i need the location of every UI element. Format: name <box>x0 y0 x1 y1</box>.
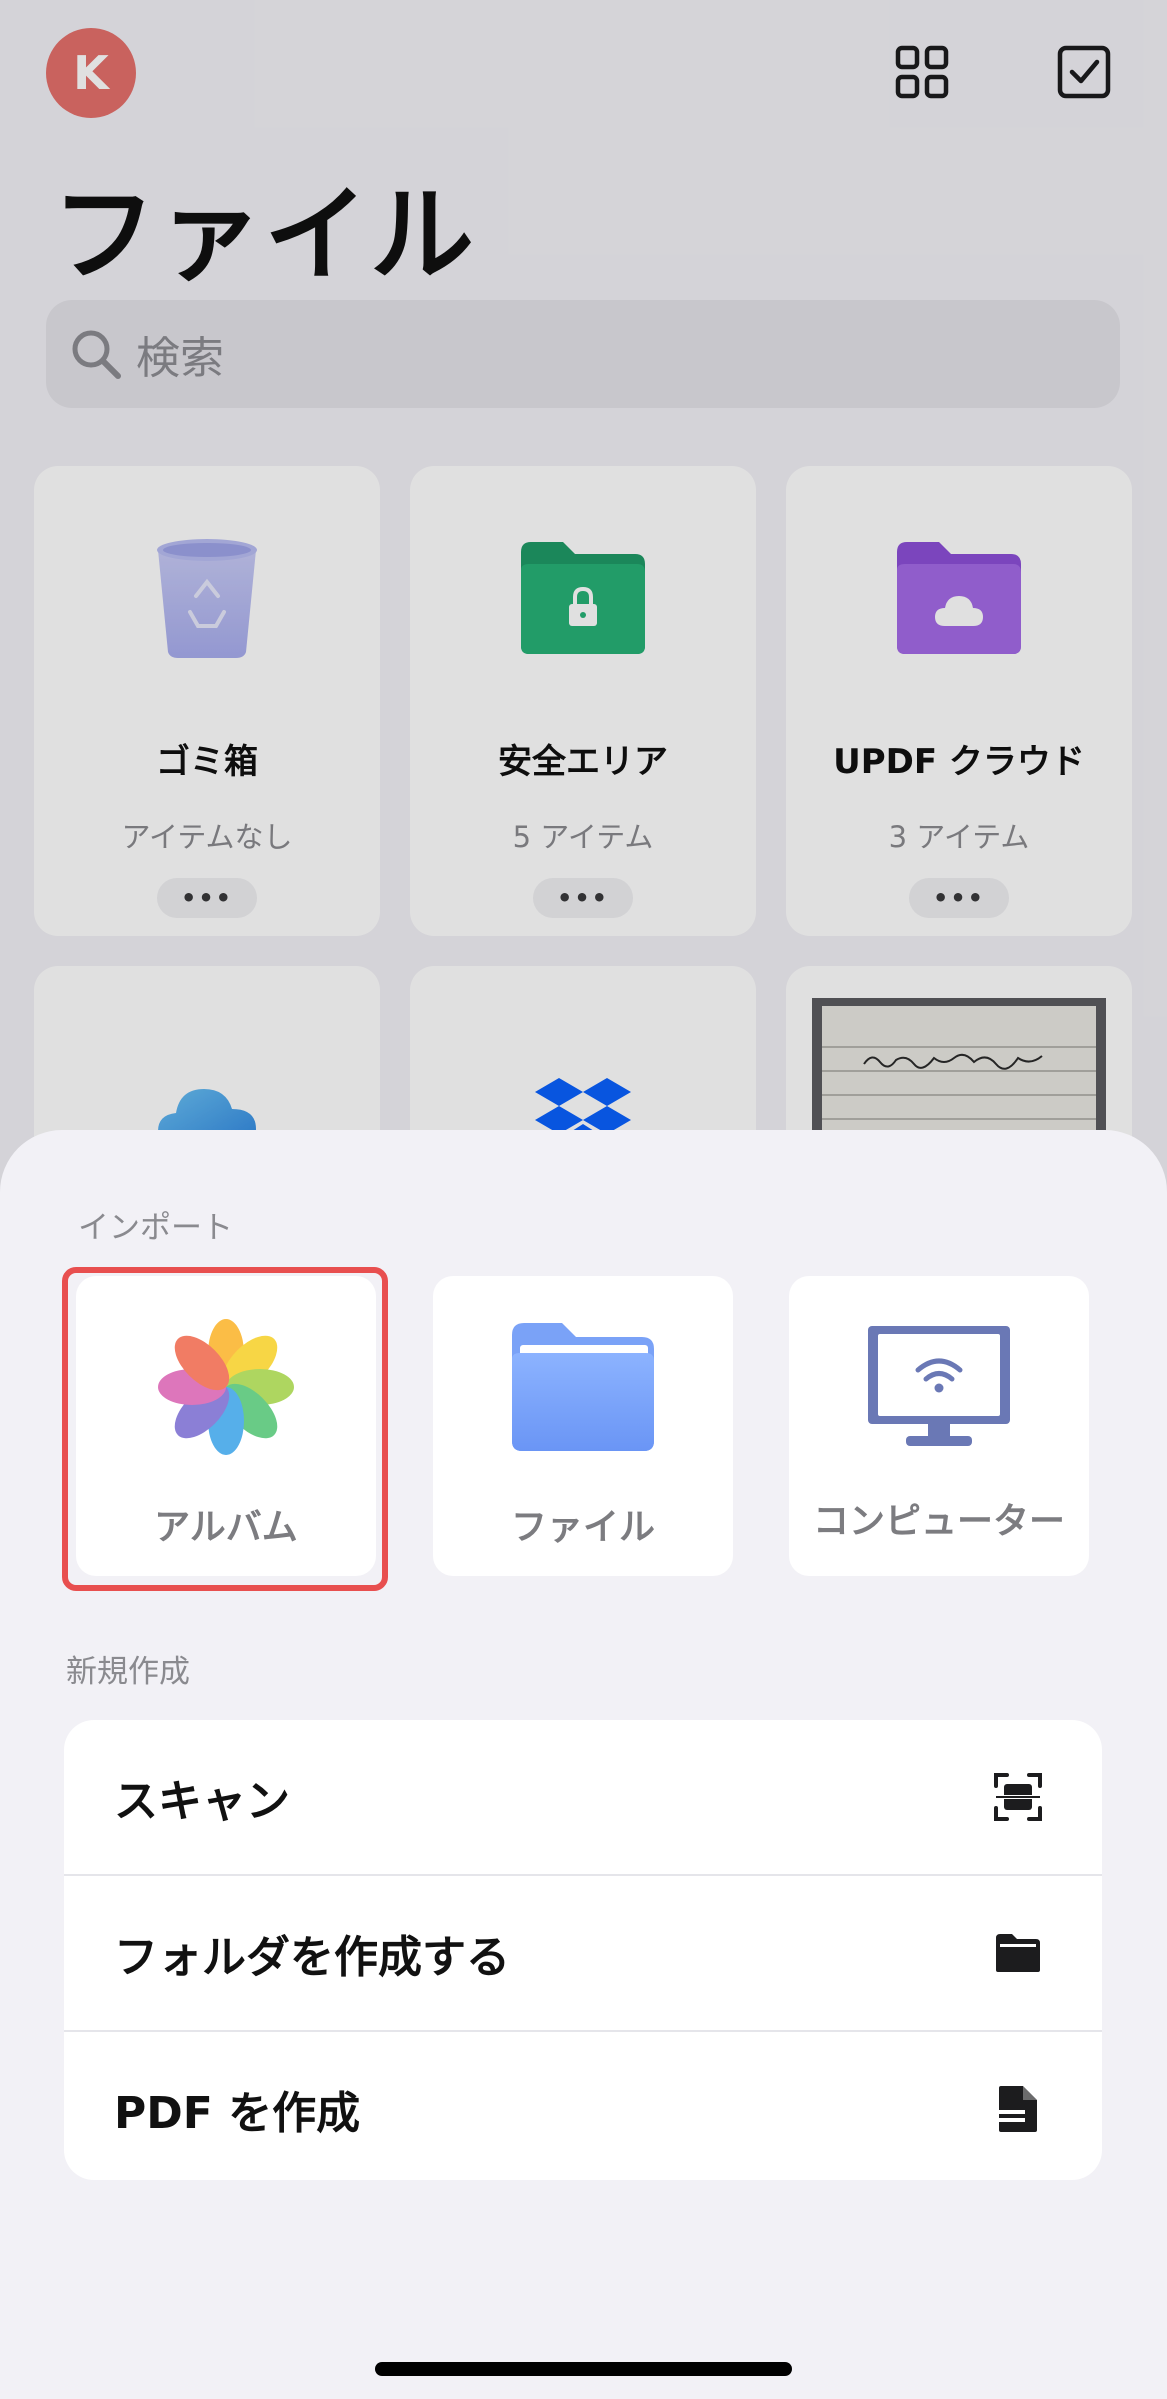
create-pdf-label: PDF を作成 <box>114 2088 361 2139</box>
folder-add-icon <box>990 1925 1046 1981</box>
scan-row[interactable]: スキャン <box>64 1720 1102 1874</box>
section-label-import: インポート <box>78 1210 233 1246</box>
create-folder-label: フォルダを作成する <box>114 1932 510 1983</box>
scan-icon <box>990 1769 1046 1825</box>
highlight-box <box>62 1267 388 1591</box>
import-files-label: ファイル <box>510 1507 655 1548</box>
create-folder-row[interactable]: フォルダを作成する <box>64 1876 1102 2030</box>
create-pdf-row[interactable]: PDF を作成 <box>64 2032 1102 2180</box>
folder-icon <box>433 1312 733 1462</box>
import-computer-button[interactable]: コンピューター <box>789 1276 1089 1576</box>
create-actions-list: スキャン フォルダを作成する PDF を作成 <box>64 1720 1102 2180</box>
computer-wifi-icon <box>789 1312 1089 1462</box>
home-indicator[interactable] <box>375 2362 792 2376</box>
import-computer-label: コンピューター <box>812 1501 1065 1542</box>
pdf-create-icon <box>990 2081 1046 2137</box>
scan-label: スキャン <box>114 1776 290 1827</box>
section-label-new: 新規作成 <box>66 1654 190 1690</box>
import-files-button[interactable]: ファイル <box>433 1276 733 1576</box>
